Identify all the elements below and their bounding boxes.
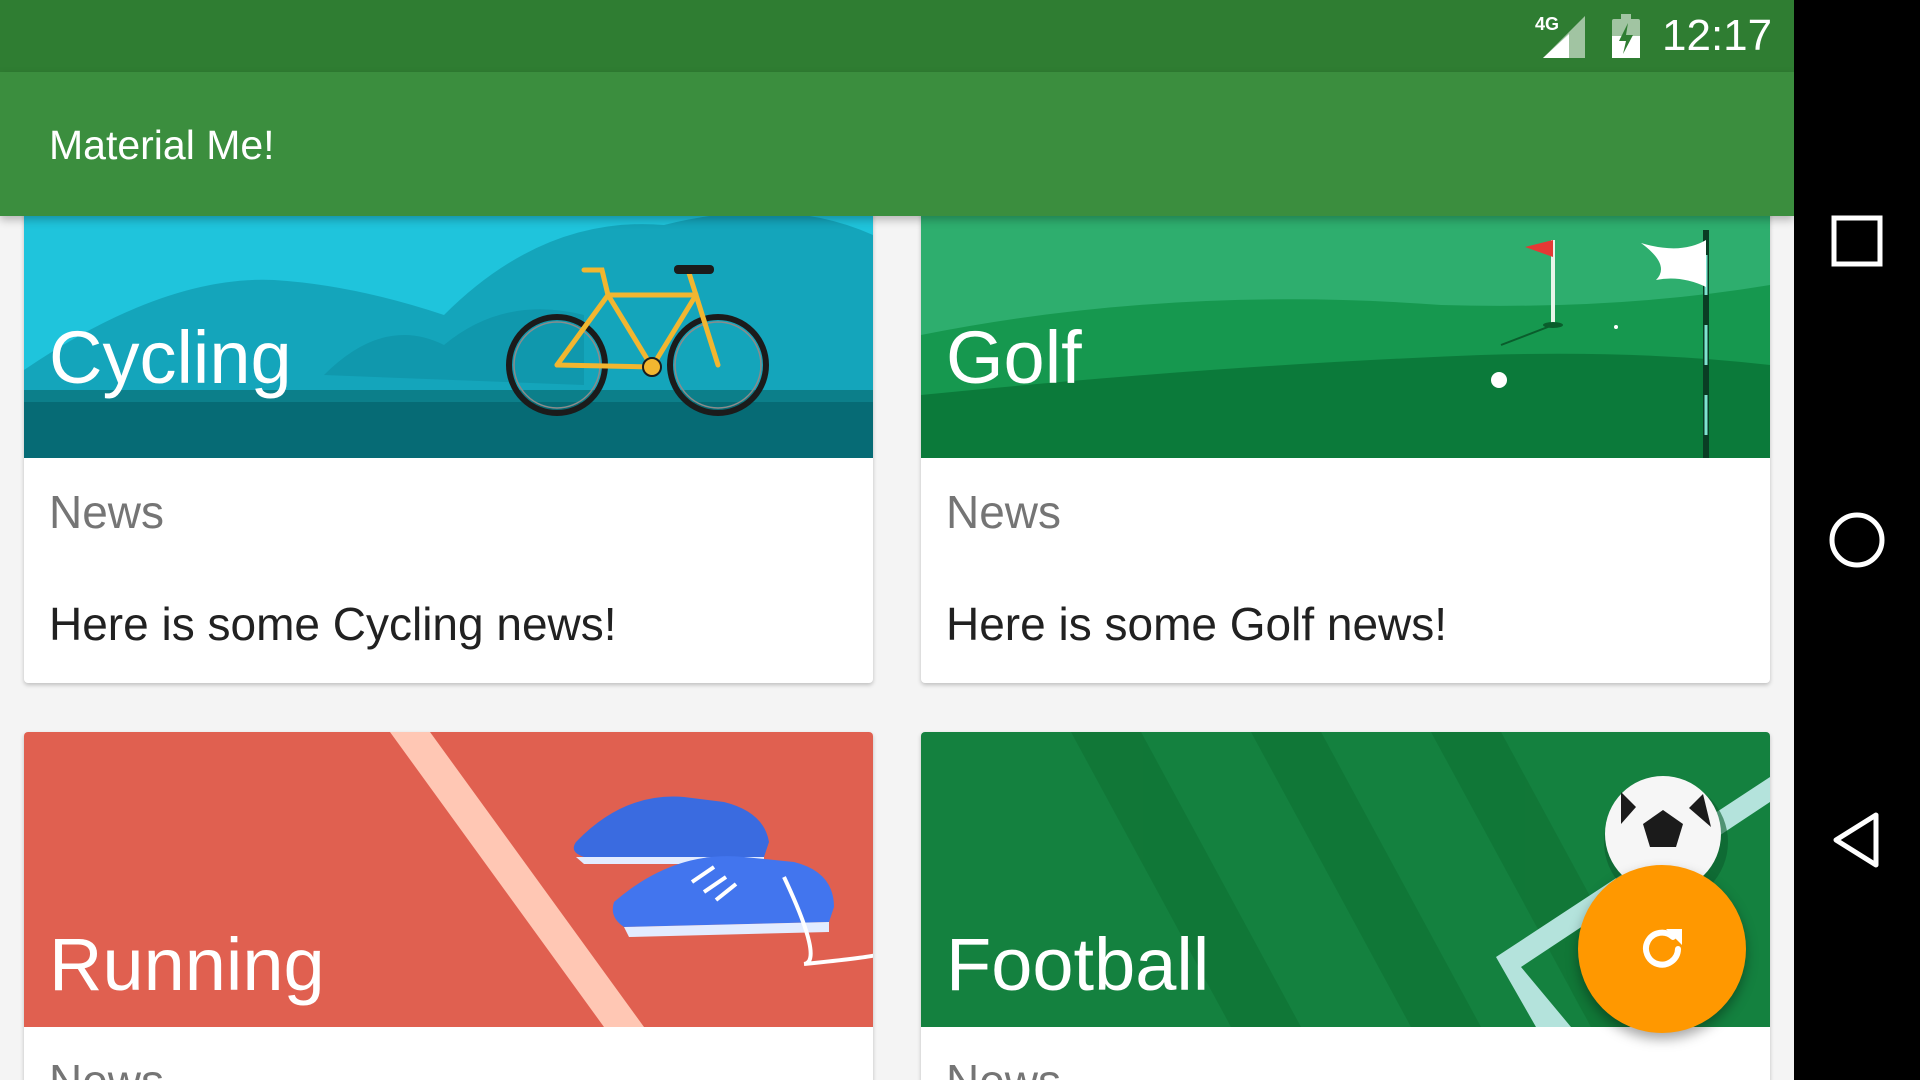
- card-title: Running: [49, 923, 325, 1006]
- battery-charging-icon: [1612, 14, 1640, 58]
- card-cycling[interactable]: Cycling News Here is some Cycling news!: [24, 195, 873, 683]
- back-icon[interactable]: [1822, 805, 1892, 875]
- card-subtitle: News: [946, 1054, 1061, 1080]
- app-title: Material Me!: [49, 122, 275, 168]
- home-icon[interactable]: [1822, 505, 1892, 575]
- card-banner: Cycling: [24, 195, 873, 458]
- card-banner: Golf: [921, 195, 1770, 458]
- card-subtitle: News: [946, 486, 1062, 538]
- recents-icon[interactable]: [1822, 206, 1892, 276]
- navigation-bar: [1794, 0, 1920, 1080]
- card-title: Cycling: [49, 316, 292, 399]
- card-body-text: Here is some Golf news!: [946, 598, 1448, 650]
- card-subtitle: News: [49, 486, 165, 538]
- card-running[interactable]: Running News: [24, 732, 873, 1080]
- refresh-icon: [1643, 929, 1682, 968]
- status-time: 12:17: [1662, 11, 1773, 60]
- app-screen: 4G 12:17 Material Me! Cycling News Here …: [0, 0, 1794, 1080]
- card-title: Football: [946, 923, 1210, 1006]
- refresh-button[interactable]: [1578, 865, 1746, 1033]
- card-subtitle: News: [49, 1054, 164, 1080]
- app-bar: Material Me!: [0, 72, 1794, 216]
- signal-icon: [1543, 16, 1585, 58]
- card-title: Golf: [946, 316, 1082, 399]
- status-bar: 4G 12:17: [0, 0, 1794, 72]
- card-banner: Running: [24, 732, 873, 1027]
- card-body-text: Here is some Cycling news!: [49, 598, 617, 650]
- card-golf[interactable]: Golf News Here is some Golf news!: [921, 195, 1770, 683]
